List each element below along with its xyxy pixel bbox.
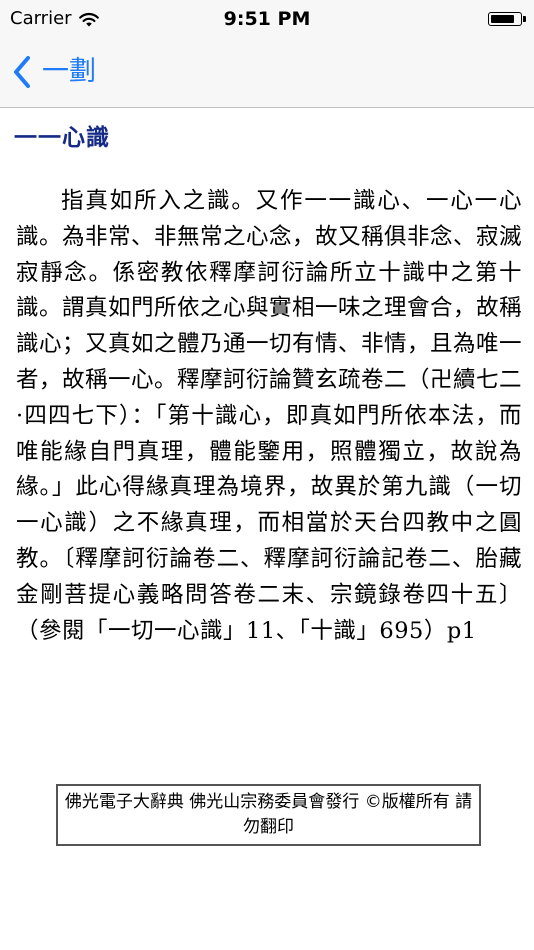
navigation-bar: 一劃 xyxy=(0,40,534,108)
copyright-text: 佛光電子大辭典 佛光山宗務委員會發行 ©版權所有 請勿翻印 xyxy=(64,792,473,837)
battery-level xyxy=(491,15,514,23)
back-label: 一劃 xyxy=(42,56,96,87)
entry-body: 指真如所入之識。又作一一識心、一心一心識。為非常、非無常之心念，故又稱俱非念、寂… xyxy=(16,188,523,644)
battery-tip xyxy=(523,16,526,22)
chevron-left-icon xyxy=(12,55,32,89)
entry-title: 一一心識 xyxy=(14,125,110,151)
copyright-box: 佛光電子大辭典 佛光山宗務委員會發行 ©版權所有 請勿翻印 xyxy=(56,784,481,846)
status-bar: Carrier 9:51 PM xyxy=(0,0,534,40)
back-button[interactable]: 一劃 xyxy=(12,52,96,92)
status-time: 9:51 PM xyxy=(223,8,311,30)
battery-icon xyxy=(488,12,526,26)
